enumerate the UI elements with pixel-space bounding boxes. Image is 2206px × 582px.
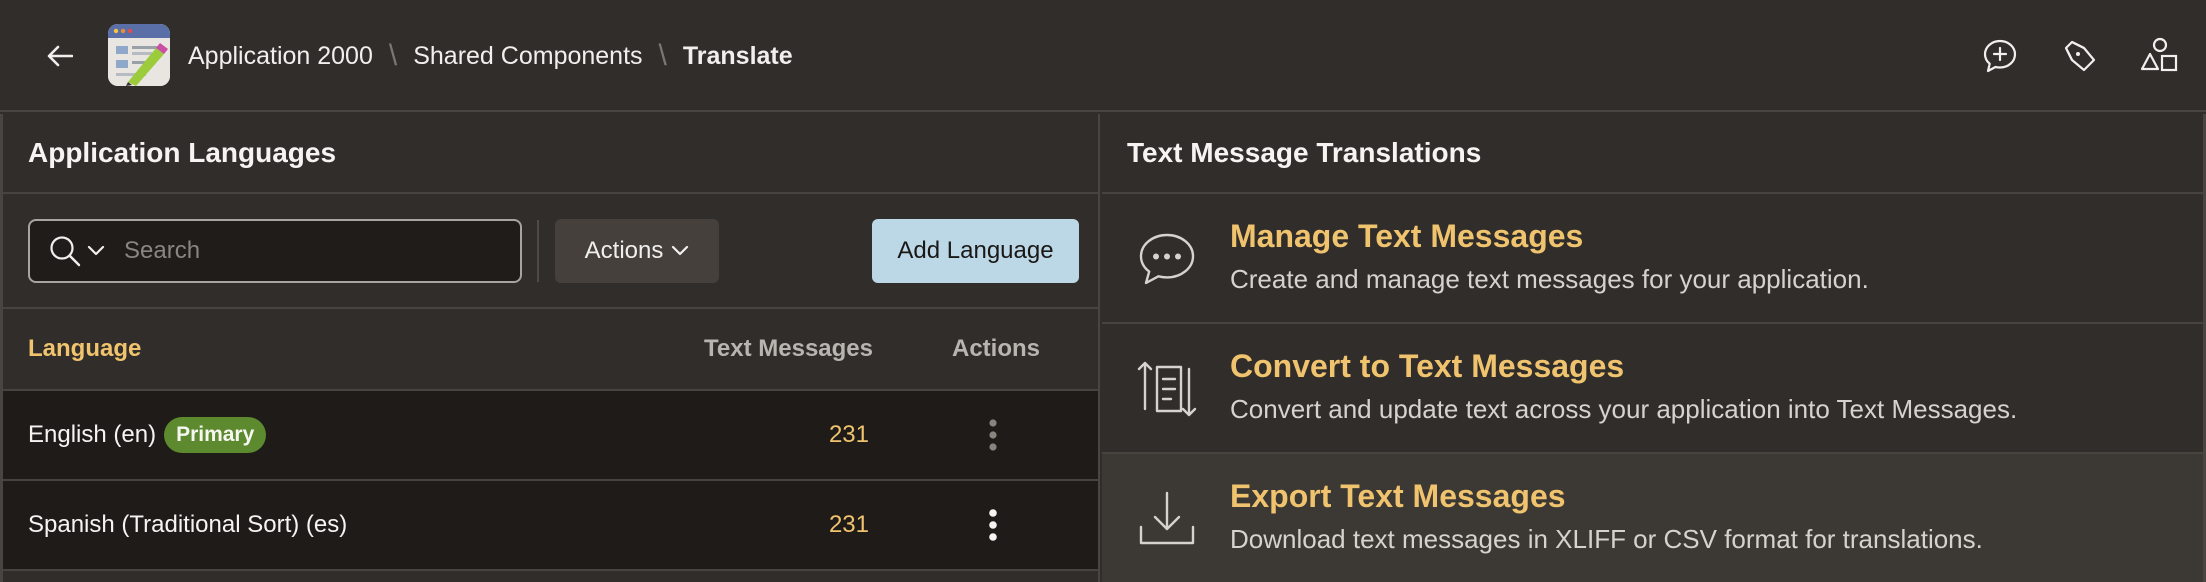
developer-tools-button[interactable] — [2056, 32, 2104, 80]
column-header-language[interactable]: Language — [28, 309, 141, 389]
primary-badge: Primary — [164, 417, 267, 453]
actions-menu-label: Actions — [584, 237, 664, 264]
kebab-menu-icon — [989, 419, 997, 451]
menu-item-title: Manage Text Messages — [1230, 218, 1584, 254]
region-title: Application Languages — [3, 114, 1098, 194]
search-column-selector[interactable] — [30, 234, 82, 268]
row-actions-button[interactable] — [982, 413, 1004, 457]
language-name[interactable]: Spanish (Traditional Sort) (es) — [28, 511, 347, 539]
flashlight-icon — [2064, 40, 2096, 72]
language-cell: Spanish (Traditional Sort) (es) — [28, 481, 347, 569]
chevron-down-icon — [87, 245, 105, 256]
chat-plus-icon — [1983, 39, 2017, 73]
chat-bubble-icon — [1136, 228, 1198, 290]
language-cell: English (en) Primary — [28, 391, 267, 479]
actions-menu-button[interactable]: Actions — [555, 219, 719, 283]
row-actions-button[interactable] — [982, 503, 1004, 547]
convert-list-icon — [1136, 358, 1198, 420]
kebab-menu-icon — [989, 509, 997, 541]
export-text-messages-link[interactable]: Export Text Messages Download text messa… — [1102, 454, 2203, 582]
page-header: Application 2000 \ Shared Components \ T… — [0, 0, 2206, 112]
text-messages-count: 231 — [828, 511, 869, 538]
chevron-down-icon — [672, 245, 689, 256]
search-options-toggle[interactable] — [82, 245, 110, 257]
arrow-left-icon — [47, 45, 73, 67]
add-language-button[interactable]: Add Language — [872, 219, 1079, 283]
shared-components-button[interactable] — [2136, 32, 2184, 80]
header-toolbar — [1976, 0, 2206, 112]
convert-to-text-messages-link[interactable]: Convert to Text Messages Convert and upd… — [1102, 324, 2203, 454]
table-row: Spanish (Traditional Sort) (es) 231 — [3, 481, 1098, 571]
search-box — [28, 219, 522, 283]
feedback-button[interactable] — [1976, 32, 2024, 80]
shapes-icon — [2141, 37, 2178, 72]
report-toolbar: Actions Add Language — [3, 194, 1098, 309]
manage-text-messages-link[interactable]: Manage Text Messages Create and manage t… — [1102, 194, 2203, 324]
breadcrumb-separator: \ — [388, 39, 398, 72]
text-messages-count: 231 — [828, 421, 869, 448]
table-header: Language Text Messages Actions — [3, 309, 1098, 391]
search-input[interactable] — [110, 221, 520, 281]
toolbar-divider — [537, 220, 539, 282]
breadcrumb: Application 2000 \ Shared Components \ T… — [188, 0, 793, 112]
region-title: Text Message Translations — [1102, 114, 2203, 194]
breadcrumb-shared-components[interactable]: Shared Components — [413, 42, 642, 71]
download-icon — [1136, 488, 1198, 550]
menu-item-description: Create and manage text messages for your… — [1230, 264, 1869, 294]
breadcrumb-translate: Translate — [682, 41, 793, 70]
application-languages-region: Application Languages Actions Add L — [0, 114, 1100, 582]
breadcrumb-separator: \ — [658, 39, 667, 72]
app-icon[interactable] — [108, 24, 170, 86]
back-button[interactable] — [38, 34, 82, 78]
menu-item-description: Convert and update text across your appl… — [1230, 394, 2018, 424]
column-header-text-messages[interactable]: Text Messages — [704, 309, 873, 389]
breadcrumb-application[interactable]: Application 2000 — [188, 42, 373, 71]
text-message-translations-region: Text Message Translations Manage Text Me… — [1102, 114, 2206, 582]
search-icon — [50, 236, 81, 267]
menu-item-title: Convert to Text Messages — [1230, 348, 1625, 384]
menu-item-description: Download text messages in XLIFF or CSV f… — [1230, 524, 1983, 554]
table-row: English (en) Primary 231 — [3, 391, 1098, 481]
language-name[interactable]: English (en) — [28, 421, 156, 449]
menu-item-title: Export Text Messages — [1230, 478, 1566, 514]
column-header-actions: Actions — [951, 335, 1040, 362]
